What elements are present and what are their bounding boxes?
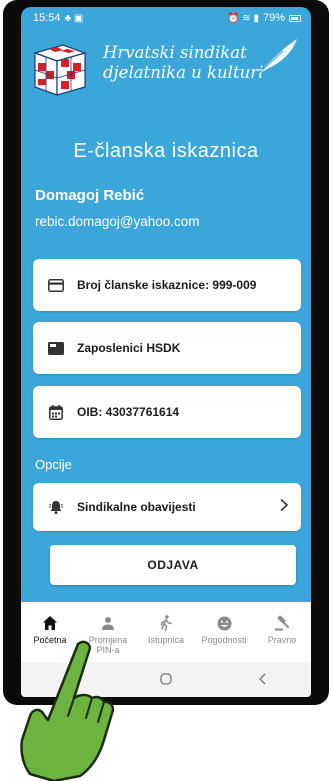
home-circle-icon[interactable] xyxy=(151,672,181,688)
gavel-icon xyxy=(274,614,290,632)
notifications-label: Sindikalne obavijesti xyxy=(77,500,196,514)
nav-exit-form-label: Istupnica xyxy=(147,635,185,645)
pointing-hand-icon xyxy=(20,640,115,781)
notification-icons: ♣ ▣ xyxy=(64,12,84,24)
feather-quill-icon xyxy=(256,39,297,76)
page-title: E-članska iskaznica xyxy=(73,140,259,162)
nav-benefits-label: Pogodnosti xyxy=(201,635,247,645)
credit-card-icon xyxy=(47,276,65,294)
app-screen: 15:54 ♣ ▣ ⏰ ≋ ▮ 79% Hrvatski sindikat dj… xyxy=(21,7,311,697)
phone-frame: 15:54 ♣ ▣ ⏰ ≋ ▮ 79% Hrvatski sindikat dj… xyxy=(3,0,329,705)
options-section-label: Opcije xyxy=(35,457,72,472)
folder-icon xyxy=(47,339,65,357)
alarm-wifi-signal-icons: ⏰ ≋ ▮ xyxy=(227,12,259,24)
app-header: Hrvatski sindikat djelatnika u kulturi xyxy=(21,33,311,105)
bell-icon xyxy=(47,498,65,516)
oib-text: OIB: 43037761614 xyxy=(77,405,180,419)
notifications-item[interactable]: Sindikalne obavijesti xyxy=(33,483,301,531)
membership-number-text: Broj članske iskaznice: 999-009 xyxy=(77,278,257,292)
status-time: 15:54 xyxy=(33,12,61,24)
nav-benefits[interactable]: Pogodnosti xyxy=(195,602,253,662)
stage: 15:54 ♣ ▣ ⏰ ≋ ▮ 79% Hrvatski sindikat dj… xyxy=(0,0,332,781)
member-email: rebic.domagoj@yahoo.com xyxy=(35,214,200,229)
walking-person-icon xyxy=(159,614,173,632)
nav-legal-label: Pravno xyxy=(267,635,297,645)
calendar-icon xyxy=(47,403,65,421)
battery-icon xyxy=(289,14,301,22)
member-name: Domagoj Rebić xyxy=(35,187,145,204)
union-logo-icon xyxy=(33,44,87,96)
battery-percent: 79% xyxy=(262,12,285,24)
oib-card: OIB: 43037761614 xyxy=(33,386,301,438)
logout-button[interactable]: ODJAVA xyxy=(50,545,296,585)
membership-number-card: Broj članske iskaznice: 999-009 xyxy=(33,259,301,311)
status-bar: 15:54 ♣ ▣ ⏰ ≋ ▮ 79% xyxy=(21,7,311,29)
chevron-right-icon xyxy=(279,498,289,517)
nav-legal[interactable]: Pravno xyxy=(253,602,311,662)
employer-card: Zaposlenici HSDK xyxy=(33,322,301,374)
employer-text: Zaposlenici HSDK xyxy=(77,341,181,355)
back-icon[interactable] xyxy=(248,672,278,688)
smiley-icon xyxy=(217,614,232,632)
